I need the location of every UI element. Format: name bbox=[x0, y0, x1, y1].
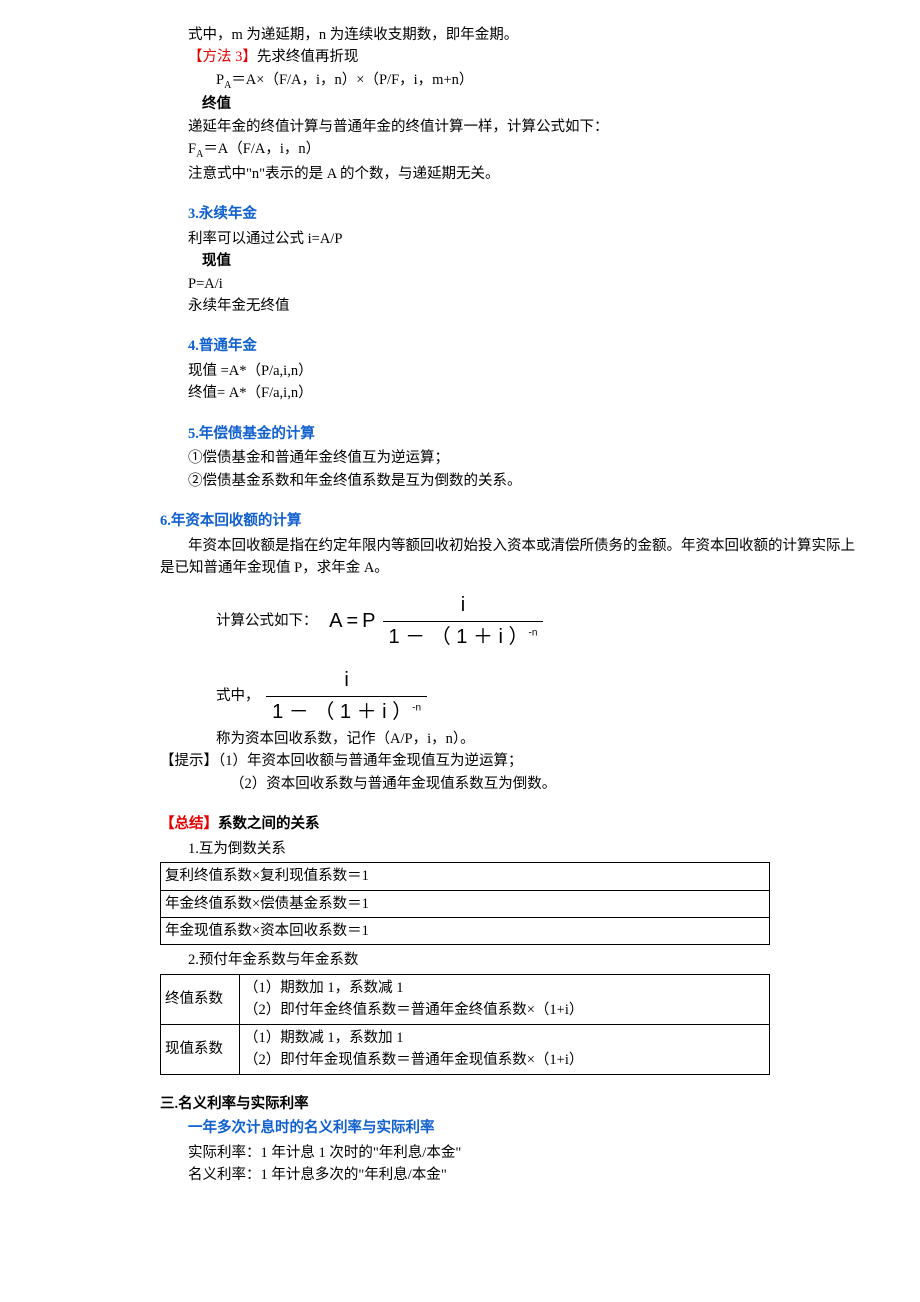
eq-P: P bbox=[362, 606, 375, 637]
summary-sub1: 1.互为倒数关系 bbox=[188, 838, 860, 860]
tip2: （2）资本回收系数与普通年金现值系数互为倒数。 bbox=[230, 773, 860, 795]
fraction: i 1 － （ 1 ＋ i ）-n bbox=[383, 590, 544, 653]
fv-note: 注意式中"n"表示的是 A 的个数，与递延期无关。 bbox=[188, 163, 860, 185]
table-prepaid-annuity: 终值系数 （1）期数加 1，系数减 1 （2）即付年金终值系数＝普通年金终值系数… bbox=[160, 974, 770, 1075]
frac-den: 1 － （ 1 ＋ i ）-n bbox=[383, 621, 544, 653]
deferred-note: 式中，m 为递延期，n 为连续收支期数，即年金期。 bbox=[188, 24, 860, 46]
t2-r1c2: （1）期数加 1，系数减 1 （2）即付年金终值系数＝普通年金终值系数×（1+i… bbox=[240, 974, 770, 1024]
sinking-l2: ②偿债基金系数和年金终值系数是互为倒数的关系。 bbox=[188, 470, 860, 492]
final-value-label: 终值 bbox=[202, 93, 860, 115]
summary-sub2: 2.预付年金系数与年金系数 bbox=[188, 949, 860, 971]
t2-r1c1: 终值系数 bbox=[161, 974, 240, 1024]
method3-line: 【方法 3】先求终值再折现 bbox=[188, 46, 860, 68]
frac2-num: i bbox=[338, 665, 354, 696]
frac-num: i bbox=[455, 590, 471, 621]
heading-nominal-real-rate: 三.名义利率与实际利率 bbox=[160, 1093, 860, 1115]
nominal-rate-def: 名义利率：1 年计息多次的"年利息/本金" bbox=[188, 1164, 860, 1186]
t2-r2c2: （1）期数减 1，系数加 1 （2）即付年金现值系数＝普通年金现值系数×（1+i… bbox=[240, 1024, 770, 1074]
heading-sinking-fund: 5.年偿债基金的计算 bbox=[188, 423, 860, 445]
frac2-den: 1 － （ 1 ＋ i ）-n bbox=[266, 696, 427, 728]
formula-area-1: 计算公式如下： A = P i 1 － （ 1 ＋ i ）-n bbox=[216, 586, 860, 657]
heading-capital-recovery: 6.年资本回收额的计算 bbox=[160, 510, 860, 532]
tip-label: 【提示】 bbox=[160, 753, 218, 769]
summary-title: 系数之间的关系 bbox=[218, 816, 320, 832]
ordinary-pv: 现值 =A*（P/a,i,n） bbox=[188, 360, 860, 382]
calc-label: 计算公式如下： bbox=[216, 613, 318, 629]
eq-equals: = bbox=[346, 606, 358, 637]
method3-label: 【方法 3】 bbox=[188, 49, 257, 65]
t2r2c2a: （1）期数减 1，系数加 1 bbox=[244, 1027, 765, 1049]
method3-formula: PA＝A×（F/A，i，n）×（P/F，i，m+n） bbox=[216, 69, 860, 93]
fv-desc: 递延年金的终值计算与普通年金的终值计算一样，计算公式如下： bbox=[188, 116, 860, 138]
perpetuity-rate: 利率可以通过公式 i=A/P bbox=[188, 228, 860, 250]
t1-r2: 年金终值系数×偿债基金系数＝1 bbox=[161, 890, 770, 917]
t2r1c2b: （2）即付年金终值系数＝普通年金终值系数×（1+i） bbox=[244, 999, 765, 1021]
summary-label: 【总结】 bbox=[160, 816, 218, 832]
formula-area-2: 式中， i 1 － （ 1 ＋ i ）-n bbox=[216, 665, 860, 728]
fv-formula: FA＝A（F/A，i，n） bbox=[188, 138, 860, 162]
heading-perpetuity: 3.永续年金 bbox=[188, 203, 860, 225]
in-label: 式中， bbox=[216, 688, 260, 704]
capital-recovery-para: 年资本回收额是指在约定年限内等额回收初始投入资本或清偿所债务的金额。年资本回收额… bbox=[160, 535, 860, 580]
table-reciprocal: 复利终值系数×复利现值系数＝1 年金终值系数×偿债基金系数＝1 年金现值系数×资… bbox=[160, 862, 770, 945]
capital-recovery-note1: 称为资本回收系数，记作（A/P，i，n）。 bbox=[216, 728, 860, 750]
real-rate-def: 实际利率：1 年计息 1 次时的"年利息/本金" bbox=[188, 1142, 860, 1164]
heading-ordinary-annuity: 4.普通年金 bbox=[188, 335, 860, 357]
perpetuity-note: 永续年金无终值 bbox=[188, 295, 860, 317]
sub-heading-compound-multiple: 一年多次计息时的名义利率与实际利率 bbox=[188, 1117, 860, 1139]
fraction-standalone: i 1 － （ 1 ＋ i ）-n bbox=[266, 665, 427, 728]
method3-text: 先求终值再折现 bbox=[257, 49, 359, 65]
t1-r3: 年金现值系数×资本回收系数＝1 bbox=[161, 917, 770, 944]
t1-r1: 复利终值系数×复利现值系数＝1 bbox=[161, 863, 770, 890]
pv-label: 现值 bbox=[202, 250, 860, 272]
t2r2c2b: （2）即付年金现值系数＝普通年金现值系数×（1+i） bbox=[244, 1049, 765, 1071]
t2-r2c1: 现值系数 bbox=[161, 1024, 240, 1074]
tip-line1: 【提示】（1）年资本回收额与普通年金现值互为逆运算； bbox=[160, 750, 860, 772]
tip1: （1）年资本回收额与普通年金现值互为逆运算； bbox=[218, 753, 523, 769]
sinking-l1: ①偿债基金和普通年金终值互为逆运算； bbox=[188, 447, 860, 469]
t2r1c2a: （1）期数加 1，系数减 1 bbox=[244, 977, 765, 999]
summary-heading: 【总结】系数之间的关系 bbox=[160, 813, 860, 835]
ordinary-fv: 终值= A*（F/a,i,n） bbox=[188, 382, 860, 404]
capital-recovery-formula: A = P i 1 － （ 1 ＋ i ）-n bbox=[329, 590, 546, 653]
perpetuity-pv-formula: P=A/i bbox=[188, 273, 860, 295]
eq-A: A bbox=[329, 606, 342, 637]
